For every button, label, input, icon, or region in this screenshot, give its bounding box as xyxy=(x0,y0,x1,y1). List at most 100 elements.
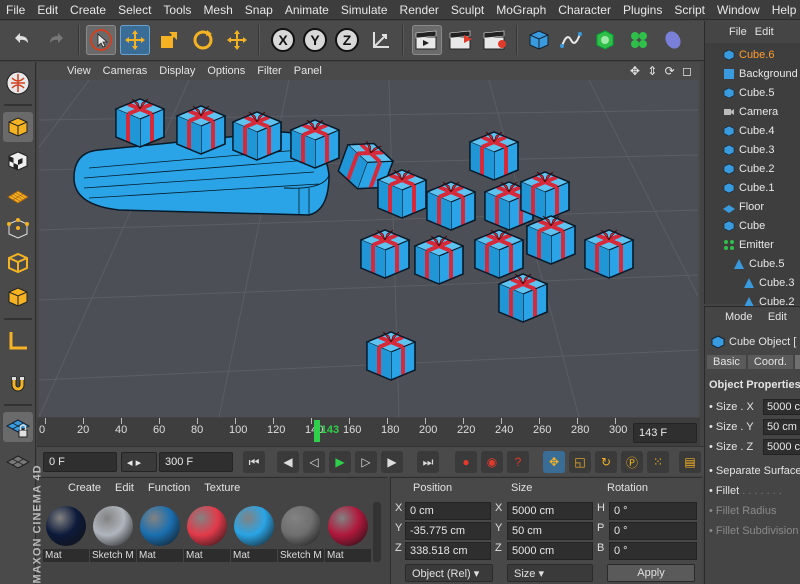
menu-item[interactable]: Sculpt xyxy=(445,3,490,17)
key-pla-button[interactable]: ⁙ xyxy=(647,451,669,473)
viewport-menu-item[interactable]: Cameras xyxy=(97,65,154,77)
material-menu-item[interactable]: Texture xyxy=(197,482,247,494)
make-editable-button[interactable] xyxy=(3,68,33,98)
polygons-mode-button[interactable] xyxy=(3,282,33,312)
menu-item[interactable]: Mesh xyxy=(197,3,238,17)
menu-item[interactable]: Select xyxy=(112,3,157,17)
menu-item[interactable]: Help xyxy=(766,3,800,17)
attribute-menu-mode[interactable]: Mode xyxy=(725,311,753,323)
rotation-value-field[interactable]: 0 ° xyxy=(609,522,697,540)
cloner-button[interactable] xyxy=(624,25,654,55)
cube-primitive-button[interactable] xyxy=(524,25,554,55)
texture-mode-button[interactable] xyxy=(3,146,33,176)
go-to-end-button[interactable]: ⏭ xyxy=(417,451,439,473)
rotate-tool-button[interactable] xyxy=(188,25,218,55)
snapping-button[interactable] xyxy=(3,368,33,398)
menu-item[interactable]: Window xyxy=(711,3,766,17)
workplane-button[interactable] xyxy=(3,180,33,210)
autokey-button[interactable]: ◉ xyxy=(481,451,503,473)
material-menu-item[interactable]: Edit xyxy=(108,482,141,494)
x-axis-lock-button[interactable]: X xyxy=(268,25,298,55)
tab-basic[interactable]: Basic xyxy=(707,355,746,369)
y-axis-lock-button[interactable]: Y xyxy=(300,25,330,55)
previous-frame-button[interactable]: ◁ xyxy=(303,451,325,473)
menu-item[interactable]: Animate xyxy=(279,3,335,17)
go-to-start-button[interactable]: ⏮ xyxy=(243,451,265,473)
menu-item[interactable]: File xyxy=(0,3,31,17)
coordinate-mode-dropdown[interactable]: Object (Rel) ▾ xyxy=(405,564,493,582)
coordinate-system-button[interactable] xyxy=(366,25,396,55)
tab-object[interactable]: O xyxy=(794,355,800,369)
object-list-item[interactable]: Cube xyxy=(705,216,800,235)
current-frame-field[interactable]: 143 F xyxy=(633,423,697,443)
menu-item[interactable]: MoGraph xyxy=(490,3,552,17)
object-list-item[interactable]: Cube.5 xyxy=(705,83,800,102)
fillet-row[interactable]: • Fillet . . . . . . . xyxy=(705,485,800,497)
object-list-item[interactable]: Floor xyxy=(705,197,800,216)
position-value-field[interactable]: -35.775 cm xyxy=(405,522,491,540)
object-list-item[interactable]: Cube.1 xyxy=(705,178,800,197)
object-list-item[interactable]: Background xyxy=(705,64,800,83)
material-swatch[interactable]: Mat xyxy=(43,504,89,564)
object-menu-item[interactable]: Edit xyxy=(751,26,778,38)
menu-item[interactable]: Snap xyxy=(239,3,279,17)
key-rotation-button[interactable]: ↻ xyxy=(595,451,617,473)
keyframe-selection-button[interactable]: ? xyxy=(507,451,529,473)
material-swatch[interactable]: Mat xyxy=(137,504,183,564)
position-value-field[interactable]: 0 cm xyxy=(405,502,491,520)
menu-item[interactable]: Plugins xyxy=(617,3,668,17)
solo-mode-button[interactable] xyxy=(3,448,33,478)
size-value-field[interactable]: 5000 cm xyxy=(507,502,593,520)
key-position-button[interactable]: ✥ xyxy=(543,451,565,473)
size-value-field[interactable]: 50 cm xyxy=(507,522,593,540)
material-menu-item[interactable]: Function xyxy=(141,482,197,494)
model-mode-button[interactable] xyxy=(3,112,33,142)
rotation-value-field[interactable]: 0 ° xyxy=(609,502,697,520)
viewport-menu-item[interactable]: Panel xyxy=(288,65,328,77)
deformer-button[interactable] xyxy=(658,25,688,55)
separate-surfaces-row[interactable]: • Separate Surfaces xyxy=(705,465,800,477)
points-mode-button[interactable] xyxy=(3,214,33,244)
timeline-ruler[interactable]: 0204060801001201401601802002202402602803… xyxy=(37,418,700,446)
menu-item[interactable]: Tools xyxy=(157,3,197,17)
menu-item[interactable]: Edit xyxy=(31,3,64,17)
object-menu-item[interactable]: File xyxy=(725,26,751,38)
timeline-button[interactable]: ▤ xyxy=(679,451,701,473)
play-button[interactable]: ▶ xyxy=(329,451,351,473)
record-button[interactable]: ● xyxy=(455,451,477,473)
material-scrollbar[interactable] xyxy=(373,502,381,562)
viewport-menu-item[interactable]: Filter xyxy=(251,65,287,77)
render-settings-button[interactable] xyxy=(480,25,510,55)
material-swatch[interactable]: Sketch M xyxy=(278,504,324,564)
render-view-button[interactable] xyxy=(412,25,442,55)
scale-tool-button[interactable] xyxy=(154,25,184,55)
object-list-item[interactable]: Cube.2 xyxy=(705,159,800,178)
size-z-field[interactable]: 5000 c xyxy=(763,439,800,455)
spline-pen-button[interactable] xyxy=(556,25,586,55)
size-x-field[interactable]: 5000 c xyxy=(763,399,800,415)
previous-key-button[interactable]: ◀ xyxy=(277,451,299,473)
key-scale-button[interactable]: ◱ xyxy=(569,451,591,473)
menu-item[interactable]: Character xyxy=(552,3,617,17)
material-swatch[interactable]: Mat xyxy=(231,504,277,564)
attribute-menu-edit[interactable]: Edit xyxy=(768,311,787,323)
menu-item[interactable]: Create xyxy=(64,3,112,17)
move-tool-button[interactable] xyxy=(120,25,150,55)
object-list-item[interactable]: Camera xyxy=(705,102,800,121)
range-slider-arrows[interactable]: ◂ ▸ xyxy=(121,452,157,472)
viewport-canvas[interactable] xyxy=(39,80,698,417)
next-frame-button[interactable]: ▷ xyxy=(355,451,377,473)
redo-button[interactable] xyxy=(42,25,72,55)
live-select-button[interactable] xyxy=(86,25,116,55)
material-swatch[interactable]: Mat xyxy=(184,504,230,564)
object-list-item[interactable]: Cube.3 xyxy=(705,273,800,292)
end-frame-field[interactable]: 300 F xyxy=(159,452,233,472)
object-list-item[interactable]: Cube.3 xyxy=(705,140,800,159)
timeline-playhead[interactable] xyxy=(313,420,320,442)
key-parameter-button[interactable]: Ⓟ xyxy=(621,451,643,473)
tab-coord[interactable]: Coord. xyxy=(747,355,793,369)
position-value-field[interactable]: 338.518 cm xyxy=(405,542,491,560)
menu-item[interactable]: Render xyxy=(394,3,445,17)
size-mode-dropdown[interactable]: Size ▾ xyxy=(507,564,593,582)
size-y-field[interactable]: 50 cm xyxy=(763,419,800,435)
